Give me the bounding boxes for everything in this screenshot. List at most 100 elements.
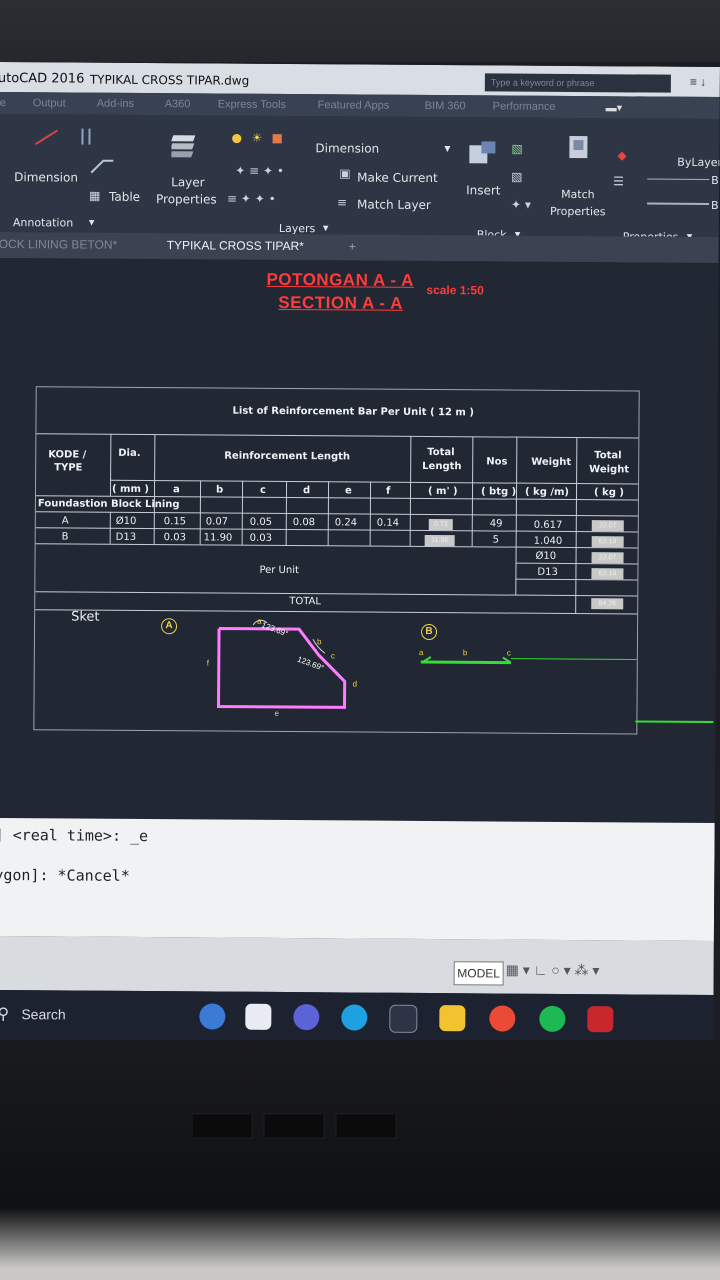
row-b-nos: 5 [492, 534, 500, 546]
row-b-col-c: 0.03 [249, 532, 272, 544]
status-bar: MODEL ▦ ▾ ∟ ○ ▾ ⁂ ▾ [0, 935, 714, 996]
bing-icon[interactable] [199, 1003, 226, 1030]
row-b-col-a: 0.03 [163, 532, 186, 544]
taskbar-search[interactable]: Search [21, 1006, 65, 1022]
row-b-type: B [61, 531, 69, 543]
tab-featured-apps[interactable]: Featured Apps [318, 99, 390, 111]
match-layer-button[interactable]: Match Layer [357, 197, 431, 212]
screen: utoCAD 2016 TYPIKAL CROSS TIPAR.dwg Type… [0, 62, 720, 1046]
row-a-total-weight: 22.07 [591, 520, 624, 532]
title-controls[interactable]: ≡ ↓ [690, 75, 706, 89]
autocad-icon[interactable] [587, 1006, 614, 1033]
bar-a-shape [216, 619, 347, 709]
tab-a360[interactable]: A360 [165, 98, 191, 110]
layer-tools-2-icon[interactable]: ≡ ✦ ✦ • [227, 192, 276, 206]
table-icon: ▦ [89, 188, 101, 203]
search-icon[interactable]: ⚲ [0, 1004, 9, 1024]
annotation-dropdown-icon[interactable]: ▾ [89, 216, 95, 229]
row-b-col-b: 11.90 [203, 532, 233, 544]
make-current-button[interactable]: Make Current [357, 170, 438, 185]
insert-button[interactable]: Insert [466, 183, 501, 197]
linear-dimension-icon[interactable] [27, 124, 97, 150]
tab-bim360[interactable]: BIM 360 [425, 100, 466, 112]
layer-dropdown-arrow-icon[interactable]: ▾ [444, 141, 450, 155]
col-b-header: b [215, 484, 224, 496]
table-line [110, 479, 639, 485]
edit-block-icon[interactable]: ▧ [511, 170, 522, 184]
layer-properties-icon[interactable] [171, 129, 205, 163]
kg-header: ( kg ) [593, 487, 624, 499]
sun-icon[interactable]: ☀ [251, 131, 262, 145]
linetype-dropdown[interactable]: B [711, 174, 719, 187]
doc-tab-block-lining[interactable]: OCK LINING BETON* [0, 237, 117, 252]
store-icon[interactable] [389, 1004, 418, 1033]
doc-tab-typikal-cross[interactable]: TYPIKAL CROSS TIPAR* [167, 238, 304, 253]
layer-tools-icon[interactable]: ✦ ≡ ✦ • [235, 164, 284, 178]
linetype-sample [647, 178, 710, 180]
col-e-header: e [344, 485, 352, 497]
lineweight-sample [647, 202, 710, 205]
layer-properties-button[interactable]: Properties [156, 192, 217, 206]
new-tab-button[interactable]: + [349, 239, 356, 253]
section-title-1: POTONGAN A - A [266, 269, 414, 290]
table-title: List of Reinforcement Bar Per Unit ( 12 … [232, 405, 474, 419]
task-view-icon[interactable] [245, 1003, 272, 1030]
tab-output[interactable]: Output [33, 97, 66, 109]
tab-express-tools[interactable]: Express Tools [218, 99, 286, 111]
total-label: TOTAL [289, 596, 322, 608]
total-value: 84.26 [591, 598, 624, 610]
laptop-body [0, 1040, 720, 1280]
leader-icon[interactable] [87, 155, 117, 179]
chat-icon[interactable] [293, 1004, 320, 1031]
match-properties-button[interactable]: Properties [550, 205, 606, 218]
match-layer-icon[interactable]: ≡ [337, 195, 347, 209]
per-unit-label: Per Unit [259, 564, 299, 577]
nos-header: Nos [486, 456, 508, 468]
seg-label-d: d [352, 679, 358, 689]
bar-b-label-c: c [506, 648, 511, 658]
lineweight-icon[interactable]: ☰ [613, 174, 624, 188]
bulb-icon[interactable]: ● [231, 131, 242, 145]
seg-label-e: e [274, 708, 279, 718]
color-dropdown[interactable]: ByLayer [677, 156, 720, 169]
summary-d13-value: 62.19 [591, 568, 624, 580]
color-swatch-icon[interactable]: ◆ [617, 148, 626, 162]
col-c-header: c [259, 484, 266, 496]
insert-block-icon[interactable] [465, 139, 501, 169]
tab-view[interactable]: e [0, 97, 6, 109]
dimension-layer-dropdown[interactable]: Dimension [315, 141, 379, 155]
drawing-canvas[interactable]: POTONGAN A - A SECTION A - A scale 1:50 [0, 257, 719, 824]
block-attributes-icon[interactable]: ✦ ▾ [511, 198, 531, 212]
seg-label-c: c [330, 651, 335, 661]
summary-d10-value: 22.07 [591, 552, 624, 564]
layers-dropdown-icon[interactable]: ▾ [323, 221, 329, 234]
tab-performance[interactable]: Performance [493, 100, 556, 112]
table-button[interactable]: Table [109, 190, 140, 204]
dimension-button[interactable]: Dimension [14, 170, 78, 184]
chrome-icon[interactable] [489, 1005, 516, 1032]
mm-header: ( mm ) [111, 483, 150, 496]
make-current-icon[interactable]: ▣ [339, 166, 350, 180]
bar-mark-b: B [420, 623, 438, 641]
row-a-col-b: 0.07 [205, 516, 229, 528]
match-label[interactable]: Match [561, 188, 595, 201]
table-line [35, 591, 638, 597]
lock-icon[interactable]: ■ [271, 131, 282, 145]
create-block-icon[interactable]: ▧ [511, 142, 522, 156]
lineweight-dropdown[interactable]: B [711, 199, 719, 212]
laptop-bezel-top [0, 0, 720, 62]
match-properties-icon[interactable] [565, 132, 595, 172]
help-search-input[interactable]: Type a keyword or phrase [484, 73, 671, 93]
annotation-panel-label[interactable]: Annotation [13, 216, 73, 229]
edge-icon[interactable] [341, 1004, 368, 1031]
tab-addins[interactable]: Add-ins [97, 98, 134, 110]
status-tools-icon[interactable]: ▦ ▾ ∟ ○ ▾ ⁂ ▾ [506, 962, 600, 980]
total-length-header-2: Length [422, 460, 462, 473]
windows-taskbar: ⚲ Search [0, 989, 714, 1046]
file-explorer-icon[interactable] [439, 1005, 466, 1032]
model-space-button[interactable]: MODEL [453, 961, 504, 986]
tab-options-icon[interactable]: ▬▾ [606, 101, 623, 114]
layer-label[interactable]: Layer [171, 175, 205, 189]
kgm-header: ( kg /m) [524, 486, 570, 498]
spotify-icon[interactable] [539, 1005, 566, 1032]
